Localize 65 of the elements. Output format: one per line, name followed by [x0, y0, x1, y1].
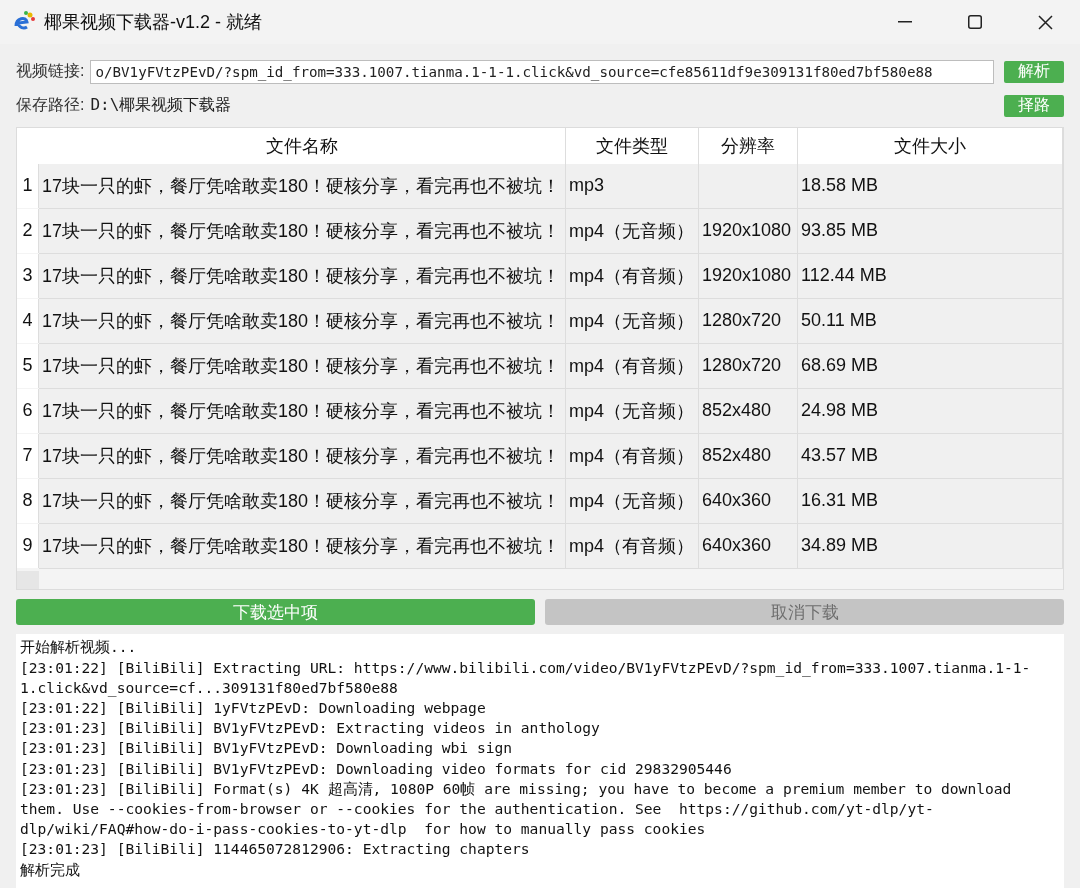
field-label: 保存路径: [16, 95, 85, 116]
table-cell: 18.58 MB [798, 163, 1063, 209]
table-cell: 852x480 [699, 388, 798, 434]
log-line: [23:01:22] [BiliBili] 1yFVtzPEvD: Downloading webpage [20, 697, 487, 718]
table-cell: 17块一只的虾，餐厅凭啥敢卖180！硬核分享，看完再也不被坑！ [39, 163, 566, 209]
log-line: [23:01:23] [BiliBili] 114465072812906: Extracting chapters [20, 839, 531, 860]
table-cell: 852x480 [699, 433, 798, 479]
table-cell: 17块一只的虾，餐厅凭啥敢卖180！硬核分享，看完再也不被坑！ [39, 478, 566, 524]
row-number: 7 [17, 433, 39, 478]
row-number: 5 [17, 343, 39, 388]
log-line: [23:01:23] [BiliBili] Format(s) 4K 超高清, 1080P 60帧 are missing; you have to become a premium member to download them. Use --cookies-from-browser or --cookies for the authentication. See https://github.com/yt-dlp/yt-dlp/wiki/FAQ#how-do-i-pass-cookies-to-yt-dlp for how to manually pass cookies [20, 778, 1013, 840]
row-number: 1 [17, 163, 39, 208]
table-cell: 34.89 MB [798, 523, 1063, 569]
maximize-icon [968, 15, 982, 29]
field-label: 视频链接: [16, 61, 85, 82]
log-line: 开始解析视频... [20, 637, 138, 658]
table-cell: mp4（无音频） [566, 298, 699, 344]
table-cell: 68.69 MB [798, 343, 1063, 389]
column-header[interactable]: 文件名称 [39, 127, 566, 164]
row-number: 4 [17, 298, 39, 343]
row-number: 2 [17, 208, 39, 253]
log-line: [23:01:23] [BiliBili] BV1yFVtzPEvD: Downloading wbi sign [20, 738, 514, 759]
table-cell: mp4（无音频） [566, 388, 699, 434]
table-cell: 1280x720 [699, 298, 798, 344]
table-cell: 112.44 MB [798, 253, 1063, 299]
row-number: 8 [17, 478, 39, 523]
save-path-text: D:\椰果视频下载器 [90, 95, 233, 117]
table-cell: mp4（有音频） [566, 343, 699, 389]
table-cell: 93.85 MB [798, 208, 1063, 254]
log-line: [23:01:22] [BiliBili] Extracting URL: https://www.bilibili.com/video/BV1yFVtzPEvD/?spm_id_from=333.1007.tianma.1-1-1.click&vd_source=cf...309131f80ed7bf580e88 [20, 657, 1032, 698]
table-cell: mp4（有音频） [566, 253, 699, 299]
minimize-icon [898, 21, 912, 23]
table-cell: 640x360 [699, 478, 798, 524]
column-header[interactable]: 分辨率 [699, 127, 798, 164]
row-number: 3 [17, 253, 39, 298]
table-cell: 640x360 [699, 523, 798, 569]
table-cell: 17块一只的虾，餐厅凭啥敢卖180！硬核分享，看完再也不被坑！ [39, 208, 566, 254]
close-icon [1037, 14, 1053, 30]
row-number: 6 [17, 388, 39, 433]
row-number: 9 [17, 523, 39, 568]
table-cell: 17块一只的虾，餐厅凭啥敢卖180！硬核分享，看完再也不被坑！ [39, 433, 566, 479]
table-cell: mp4（无音频） [566, 478, 699, 524]
column-header[interactable]: 文件大小 [798, 127, 1063, 164]
table-cell: mp4（无音频） [566, 208, 699, 254]
table-cell: 1280x720 [699, 343, 798, 389]
table-cell: 17块一只的虾，餐厅凭啥敢卖180！硬核分享，看完再也不被坑！ [39, 388, 566, 434]
table-cell: 50.11 MB [798, 298, 1063, 344]
table-cell: mp4（有音频） [566, 433, 699, 479]
log-line: [23:01:23] [BiliBili] BV1yFVtzPEvD: Downloading video formats for cid 29832905446 [20, 758, 733, 779]
table-cell: mp3 [566, 163, 699, 209]
table-cell: 17块一只的虾，餐厅凭啥敢卖180！硬核分享，看完再也不被坑！ [39, 253, 566, 299]
table-cell: 1920x1080 [699, 208, 798, 254]
url-input-field[interactable]: o/BV1yFVtzPEvD/?spm_id_from=333.1007.tianma.1-1-1.click&vd_source=cfe85611df9e309131f80ed7bf580e88 [90, 60, 994, 84]
log-line: 解析完成 [20, 859, 81, 880]
table-cell: 17块一只的虾，餐厅凭啥敢卖180！硬核分享，看完再也不被坑！ [39, 298, 566, 344]
table-cell: 16.31 MB [798, 478, 1063, 524]
table-cell: 43.57 MB [798, 433, 1063, 479]
table-cell: mp4（有音频） [566, 523, 699, 569]
table-cell: 17块一只的虾，餐厅凭啥敢卖180！硬核分享，看完再也不被坑！ [39, 343, 566, 389]
log-line: [23:01:23] [BiliBili] BV1yFVtzPEvD: Extracting videos in anthology [20, 718, 601, 739]
table-cell: 17块一只的虾，餐厅凭啥敢卖180！硬核分享，看完再也不被坑！ [39, 523, 566, 569]
table-cell: 1920x1080 [699, 253, 798, 299]
column-header[interactable]: 文件类型 [566, 127, 699, 164]
table-cell: 24.98 MB [798, 388, 1063, 434]
window-title: 椰果视频下载器-v1.2 - 就绪 [44, 11, 263, 34]
